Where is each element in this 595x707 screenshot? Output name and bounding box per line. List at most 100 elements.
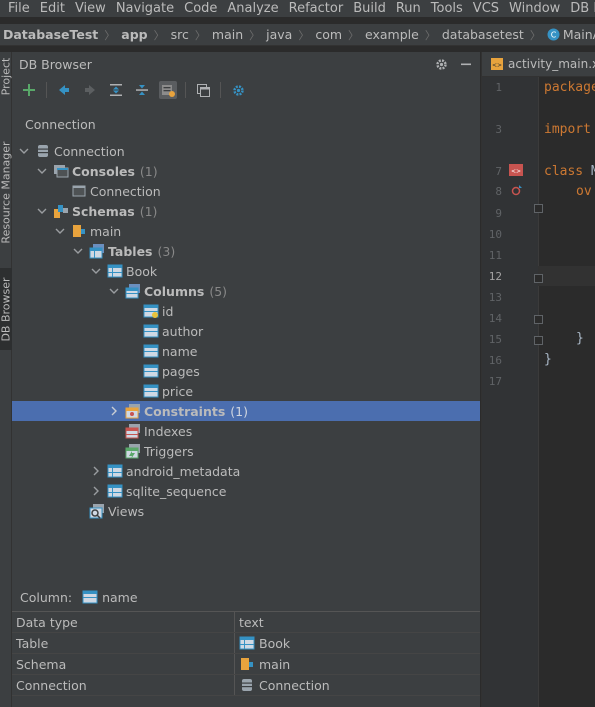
breadcrumb-project[interactable]: DatabaseTest — [3, 27, 98, 42]
add-icon[interactable] — [20, 81, 38, 99]
class-icon: C — [547, 28, 560, 41]
line-number: 14 — [488, 312, 502, 325]
property-row[interactable]: Data type text — [12, 612, 480, 633]
breadcrumb-java[interactable]: java — [266, 27, 292, 42]
minimize-icon[interactable] — [460, 58, 472, 70]
column-info-name: name — [102, 589, 138, 605]
tree-node-columns[interactable]: Columns (5) — [12, 281, 480, 301]
menu-navigate[interactable]: Navigate — [116, 1, 174, 16]
fold-icon[interactable] — [534, 274, 543, 283]
line-number: 10 — [488, 228, 502, 241]
class-gutter-icon[interactable]: <> — [509, 164, 523, 176]
menu-analyze[interactable]: Analyze — [227, 1, 278, 16]
property-row[interactable]: Connection Connection — [12, 675, 480, 696]
menu-file[interactable]: File — [8, 1, 30, 16]
chevron-down-icon[interactable] — [91, 266, 101, 276]
property-row[interactable]: Table Book — [12, 633, 480, 654]
tree-node-consoles[interactable]: Consoles (1) — [12, 161, 480, 181]
tree-node-table-book[interactable]: Book — [12, 261, 480, 281]
breadcrumb-module[interactable]: app — [121, 27, 147, 42]
tree-node-column-id[interactable]: id — [12, 301, 480, 321]
chevron-right-icon[interactable] — [91, 486, 101, 496]
chevron-down-icon[interactable] — [37, 206, 47, 216]
chevron-down-icon[interactable] — [19, 146, 29, 156]
chevron-right-icon: 〉 — [104, 28, 116, 42]
properties-table: Data type text Table Book Schema main Co… — [12, 611, 480, 696]
tree-node-label: Connection — [54, 143, 125, 159]
tree-node-schema-main[interactable]: main — [12, 221, 480, 241]
tree-node-table-sqlite-sequence[interactable]: sqlite_sequence — [12, 481, 480, 501]
fold-icon[interactable] — [534, 204, 543, 213]
tree-node-label: id — [162, 303, 174, 319]
tree-node-indexes[interactable]: Indexes — [12, 421, 480, 441]
fold-icon[interactable] — [534, 315, 543, 324]
breadcrumb-databasetest[interactable]: databasetest — [442, 27, 524, 42]
menu-db-navigator[interactable]: DB N — [570, 1, 595, 16]
tree-node-column-author[interactable]: author — [12, 321, 480, 341]
fold-icon[interactable] — [534, 336, 543, 345]
menu-refactor[interactable]: Refactor — [289, 1, 344, 16]
column-info-header: Column: name — [20, 588, 138, 606]
forward-icon[interactable] — [81, 81, 99, 99]
editor-tab-activity-main[interactable]: <> activity_main.xm — [482, 57, 595, 71]
menu-vcs[interactable]: VCS — [473, 1, 499, 16]
side-tab-resource-manager[interactable]: Resource Manager — [0, 132, 13, 252]
back-icon[interactable] — [55, 81, 73, 99]
chevron-right-icon[interactable] — [109, 406, 119, 416]
tree-node-connection[interactable]: Connection — [12, 141, 480, 161]
tree-node-column-price[interactable]: price — [12, 381, 480, 401]
tree-node-label: Tables — [108, 243, 153, 259]
filter-icon[interactable] — [159, 81, 177, 99]
tree-node-label: Triggers — [144, 443, 194, 459]
connection-selector-label[interactable]: Connection — [12, 104, 480, 141]
tree-node-console-connection[interactable]: Connection — [12, 181, 480, 201]
tree-node-label: sqlite_sequence — [126, 483, 227, 499]
expand-all-icon[interactable] — [107, 81, 125, 99]
breadcrumb-example[interactable]: example — [365, 27, 419, 42]
chevron-down-icon[interactable] — [37, 166, 47, 176]
collapse-all-icon[interactable] — [133, 81, 151, 99]
breadcrumb-com[interactable]: com — [315, 27, 342, 42]
code-keyword-class: class — [544, 164, 584, 179]
tree-node-table-android-metadata[interactable]: android_metadata — [12, 461, 480, 481]
tree-node-schemas[interactable]: Schemas (1) — [12, 201, 480, 221]
tree-node-triggers[interactable]: Triggers — [12, 441, 480, 461]
chevron-down-icon[interactable] — [55, 226, 65, 236]
settings-icon[interactable] — [229, 81, 247, 99]
tree-node-label: author — [162, 323, 204, 339]
code-editor[interactable]: <> activity_main.xm 1 3 7 8 9 10 11 12 1… — [481, 52, 595, 707]
open-console-icon[interactable] — [194, 81, 212, 99]
breadcrumb-class[interactable]: C MainActivity — [547, 27, 595, 42]
side-tab-db-browser[interactable]: DB Browser — [0, 268, 13, 350]
tree-node-count: (1) — [230, 403, 248, 419]
tree-node-views[interactable]: Views — [12, 501, 480, 521]
constraints-icon — [125, 404, 140, 419]
chevron-down-icon[interactable] — [109, 286, 119, 296]
menu-tools[interactable]: Tools — [431, 1, 463, 16]
breadcrumb: DatabaseTest 〉 app 〉 src 〉 main 〉 java 〉… — [0, 24, 595, 46]
line-number: 1 — [495, 81, 502, 94]
tree-node-label: android_metadata — [126, 463, 241, 479]
menu-run[interactable]: Run — [396, 1, 421, 16]
tree-node-column-name[interactable]: name — [12, 341, 480, 361]
property-row[interactable]: Schema main — [12, 654, 480, 675]
menu-edit[interactable]: Edit — [40, 1, 65, 16]
menu-view[interactable]: View — [75, 1, 106, 16]
override-gutter-icon[interactable] — [511, 184, 523, 196]
triggers-icon — [125, 444, 140, 459]
tree-node-column-pages[interactable]: pages — [12, 361, 480, 381]
tree-node-constraints[interactable]: Constraints (1) — [12, 401, 480, 421]
chevron-down-icon[interactable] — [73, 246, 83, 256]
breadcrumb-main[interactable]: main — [212, 27, 243, 42]
tree-node-tables[interactable]: Tables (3) — [12, 241, 480, 261]
gear-icon[interactable] — [435, 58, 448, 71]
menu-window[interactable]: Window — [509, 1, 560, 16]
menu-build[interactable]: Build — [353, 1, 386, 16]
svg-text:C: C — [551, 31, 557, 40]
menu-code[interactable]: Code — [184, 1, 217, 16]
breadcrumb-src[interactable]: src — [171, 27, 189, 42]
database-icon — [38, 145, 48, 157]
chevron-right-icon[interactable] — [91, 466, 101, 476]
side-tab-project[interactable]: Project — [0, 54, 13, 98]
line-number-current: 12 — [488, 270, 502, 283]
